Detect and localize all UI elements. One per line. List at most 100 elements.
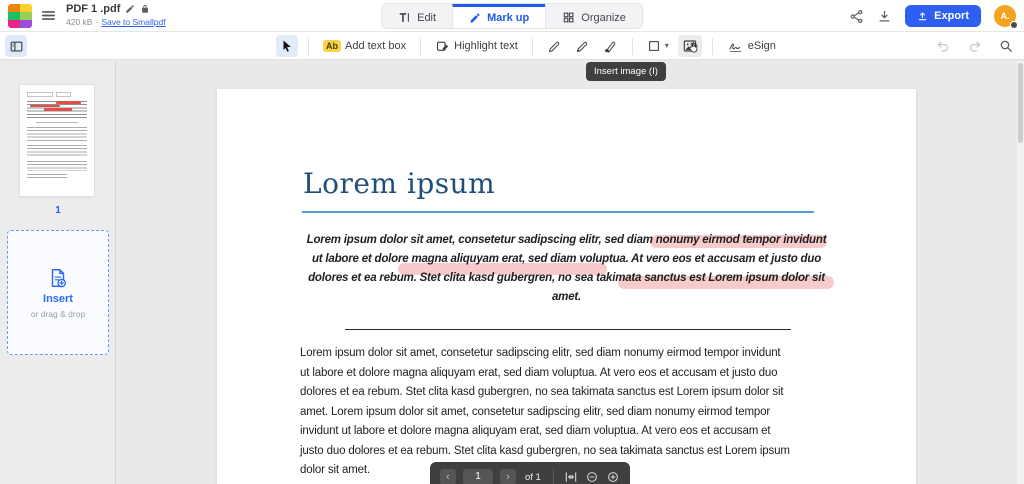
export-label: Export: [934, 10, 969, 22]
meta-separator: ·: [95, 17, 99, 27]
add-text-box-button[interactable]: Ab Add text box: [319, 35, 410, 57]
app-window: PDF 1 .pdf 420 kB · Save to Smallpdf Edi…: [0, 0, 1024, 484]
insert-label: Insert: [43, 292, 73, 305]
share-icon[interactable]: [849, 9, 864, 24]
thumb-divider: [36, 122, 78, 123]
tab-edit-label: Edit: [417, 11, 437, 24]
thumb-title-line: [27, 92, 53, 97]
tab-organize[interactable]: Organize: [545, 4, 642, 28]
lead-line: amet.: [551, 291, 582, 303]
caret-down-icon: ▾: [664, 41, 669, 50]
rename-pencil-icon[interactable]: [125, 4, 135, 14]
toolbar-divider: [420, 37, 422, 55]
grid-icon: [562, 11, 575, 24]
marker-icon: [603, 39, 618, 54]
prev-page-icon[interactable]: ‹: [440, 469, 456, 484]
body-line: ut labore et dolore magna aliquyam erat,…: [300, 366, 778, 379]
pencil-tool-button[interactable]: [543, 35, 566, 57]
lead-line: ut labore et dolore magna aliquyam erat,…: [311, 253, 822, 265]
search-icon[interactable]: [998, 38, 1014, 54]
file-info: PDF 1 .pdf 420 kB · Save to Smallpdf: [66, 3, 166, 27]
body-paragraph: Lorem ipsum dolor sit amet, consetetur s…: [300, 344, 790, 481]
toolbar-divider: [531, 37, 533, 55]
thumb-title-line: [56, 92, 71, 97]
shape-tool-button[interactable]: ▾: [643, 35, 673, 57]
toolbar-divider: [631, 37, 633, 55]
body-line: Lorem ipsum dolor sit amet, consetetur s…: [300, 347, 781, 359]
avatar[interactable]: A.: [994, 5, 1018, 29]
square-shape-icon: [647, 39, 661, 53]
undo-icon[interactable]: [936, 39, 951, 54]
insert-image-tooltip: Insert image (I): [586, 62, 666, 81]
text-box-icon: Ab: [323, 40, 341, 52]
lock-icon[interactable]: [140, 4, 150, 14]
vertical-scrollbar[interactable]: [1017, 61, 1024, 484]
smallpdf-logo-icon[interactable]: [8, 4, 32, 28]
highlighter-icon: [435, 39, 450, 54]
upload-icon: [917, 11, 928, 22]
highlight-text-button[interactable]: Highlight text: [431, 35, 522, 57]
lead-line: Lorem ipsum dolor sit amet, consetetur s…: [306, 234, 827, 246]
file-size: 420 kB: [66, 17, 93, 27]
zoom-in-icon[interactable]: [606, 470, 620, 484]
sidebar-toggle-icon[interactable]: [5, 35, 27, 57]
top-right-actions: Export A.: [849, 0, 1018, 32]
lead-paragraph: Lorem ipsum dolor sit amet, consetetur s…: [217, 231, 916, 307]
add-text-box-label: Add text box: [345, 40, 407, 52]
esign-button[interactable]: eSign: [723, 35, 780, 57]
insert-dropzone[interactable]: Insert or drag & drop: [7, 230, 109, 355]
esign-label: eSign: [747, 40, 776, 52]
download-icon[interactable]: [877, 9, 892, 24]
tab-organize-label: Organize: [581, 11, 626, 24]
scrollbar-thumb[interactable]: [1018, 63, 1023, 143]
page-count-label: of 1: [525, 471, 541, 483]
export-button[interactable]: Export: [905, 5, 981, 27]
toolbar-divider: [308, 37, 309, 55]
body-line: invidunt ut labore et dolore magna aliqu…: [300, 425, 771, 437]
document-page[interactable]: Lorem ipsum Lorem ipsum dolor sit amet, …: [217, 89, 916, 484]
top-bar: PDF 1 .pdf 420 kB · Save to Smallpdf Edi…: [0, 0, 1024, 32]
fit-width-icon[interactable]: [564, 470, 578, 484]
insert-document-icon: [47, 267, 69, 289]
avatar-initials: A.: [1000, 11, 1010, 21]
signature-icon: [727, 39, 744, 54]
thumb-paragraph: [27, 174, 67, 179]
zoom-out-icon[interactable]: [585, 470, 599, 484]
menu-icon[interactable]: [40, 7, 57, 24]
pen-tool-button[interactable]: [571, 35, 594, 57]
page-number-input[interactable]: 1: [463, 469, 493, 484]
toolbar-right: [936, 32, 1014, 60]
thumb-paragraph: [27, 127, 87, 141]
pencil-draw-icon: [547, 39, 562, 54]
toolbar-divider: [711, 37, 713, 55]
next-page-icon[interactable]: ›: [500, 469, 516, 484]
title-rule: [302, 211, 814, 213]
highlight-text-label: Highlight text: [454, 40, 518, 52]
thumb-highlight-mark: [44, 108, 72, 111]
marker-tool-button[interactable]: [599, 35, 622, 57]
thumb-paragraph: [27, 161, 87, 171]
tab-edit[interactable]: Edit: [382, 4, 452, 28]
thumb-highlight-mark: [56, 101, 81, 104]
page-thumbnail[interactable]: [20, 85, 94, 196]
redo-icon[interactable]: [967, 39, 982, 54]
horizontal-rule: [345, 329, 791, 330]
body-line: amet. Lorem ipsum dolor sit amet, conset…: [300, 405, 771, 418]
markup-toolbar: Ab Add text box Highlight text ▾ eSign: [0, 32, 1024, 60]
document-title: Lorem ipsum: [303, 167, 496, 200]
file-name: PDF 1 .pdf: [66, 3, 121, 15]
tab-markup-label: Mark up: [487, 11, 530, 24]
thumb-paragraph: [27, 145, 87, 157]
body-line: justo duo dolores et ea rebum. Stet clit…: [300, 444, 790, 457]
thumb-highlight-mark: [30, 104, 60, 107]
select-tool-button[interactable]: [276, 35, 298, 57]
save-to-smallpdf-link[interactable]: Save to Smallpdf: [101, 17, 165, 27]
tab-markup[interactable]: Mark up: [452, 4, 546, 28]
insert-hint: or drag & drop: [30, 308, 86, 319]
body-line: dolores et ea rebum. Stet clita kasd gub…: [300, 386, 784, 398]
pencil-icon: [469, 12, 481, 24]
insert-image-button[interactable]: [677, 35, 702, 57]
text-edit-icon: [398, 11, 411, 24]
cursor-arrow-icon: [280, 39, 294, 53]
pages-sidebar: 1 Insert or drag & drop: [0, 61, 116, 484]
